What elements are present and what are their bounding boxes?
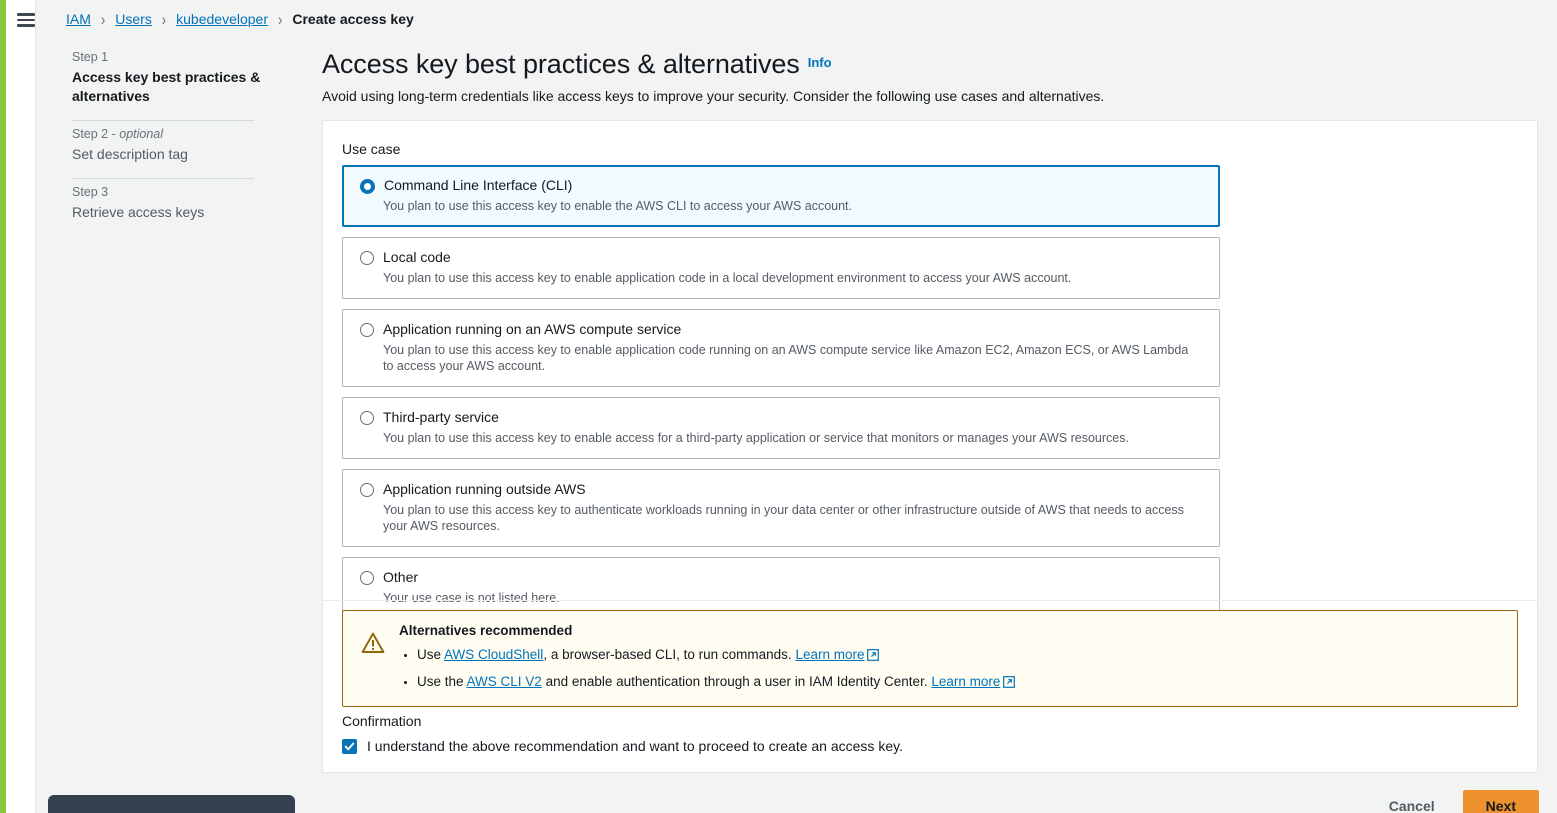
use-case-option-outside-aws-title: Application running outside AWS (383, 480, 586, 499)
wizard-step-3-number: Step 3 (72, 185, 264, 199)
alert-bullet-cli-v2: Use the AWS CLI V2 and enable authentica… (417, 673, 1503, 692)
use-case-option-third-party-title: Third-party service (383, 408, 499, 427)
aws-cloudshell-link[interactable]: AWS CloudShell (444, 647, 543, 662)
hamburger-menu-icon[interactable] (17, 13, 35, 27)
aws-cli-v2-link[interactable]: AWS CLI V2 (467, 674, 542, 689)
use-case-option-other-title: Other (383, 568, 418, 587)
breadcrumb-item-iam[interactable]: IAM (66, 11, 91, 27)
wizard-step-3-title: Retrieve access keys (72, 203, 264, 222)
use-case-radio-group: Command Line Interface (CLI) You plan to… (342, 165, 1220, 629)
use-case-option-other-description: Your use case is not listed here. (383, 590, 1193, 606)
wizard-step-1[interactable]: Step 1 Access key best practices & alter… (66, 44, 264, 120)
radio-third-party-icon[interactable] (360, 411, 374, 425)
wizard-step-2[interactable]: Step 2 - optional Set description tag (66, 121, 264, 178)
use-case-option-outside-aws[interactable]: Application running outside AWS You plan… (342, 469, 1220, 547)
alert-title: Alternatives recommended (399, 623, 1503, 638)
alternatives-alert: Alternatives recommended Use AWS CloudSh… (342, 610, 1518, 707)
iam-create-access-key-page: IAM › Users › kubedeveloper › Create acc… (0, 0, 1557, 813)
wizard-step-2-title: Set description tag (72, 145, 264, 164)
breadcrumb-item-users[interactable]: Users (115, 11, 152, 27)
use-case-option-local-code-title: Local code (383, 248, 451, 267)
use-case-option-third-party-description: You plan to use this access key to enabl… (383, 430, 1193, 446)
wizard-steps: Step 1 Access key best practices & alter… (66, 44, 264, 236)
wizard-step-1-title: Access key best practices & alternatives (72, 68, 264, 106)
alert-bullet-cloudshell: Use AWS CloudShell, a browser-based CLI,… (417, 646, 1503, 665)
confirmation-text: I understand the above recommendation an… (367, 737, 903, 755)
page-description: Avoid using long-term credentials like a… (322, 87, 1502, 105)
use-case-label: Use case (342, 141, 400, 157)
wizard-step-3[interactable]: Step 3 Retrieve access keys (66, 179, 264, 236)
radio-aws-compute-icon[interactable] (360, 323, 374, 337)
next-button[interactable]: Next (1463, 790, 1539, 813)
nav-gutter (6, 0, 36, 813)
info-link[interactable]: Info (808, 55, 832, 70)
confirmation-label: Confirmation (342, 713, 421, 729)
breadcrumb: IAM › Users › kubedeveloper › Create acc… (66, 11, 414, 27)
breadcrumb-separator-icon: › (278, 10, 282, 29)
use-case-option-local-code-description: You plan to use this access key to enabl… (383, 270, 1193, 286)
breadcrumb-item-current: Create access key (292, 11, 413, 27)
breadcrumb-item-kubedeveloper[interactable]: kubedeveloper (176, 11, 268, 27)
confirmation-checkbox[interactable] (342, 739, 357, 754)
wizard-step-2-number: Step 2 - optional (72, 127, 264, 141)
wizard-step-1-number: Step 1 (72, 50, 264, 64)
page-title: Access key best practices & alternatives (322, 48, 800, 80)
confirmation-checkbox-row[interactable]: I understand the above recommendation an… (342, 737, 903, 755)
page-header: Access key best practices & alternatives… (322, 48, 1502, 105)
wizard-footer: Cancel Next (1375, 790, 1539, 813)
breadcrumb-separator-icon: › (162, 10, 166, 29)
hamburger-bar (17, 13, 35, 16)
cloudshell-panel[interactable] (48, 795, 295, 813)
use-case-option-cli[interactable]: Command Line Interface (CLI) You plan to… (342, 165, 1220, 227)
external-link-icon (867, 648, 879, 665)
radio-cli-icon[interactable] (360, 179, 375, 194)
use-case-option-aws-compute-description: You plan to use this access key to enabl… (383, 342, 1193, 374)
radio-local-code-icon[interactable] (360, 251, 374, 265)
section-divider (323, 600, 1537, 601)
warning-triangle-icon (361, 631, 385, 655)
cancel-button[interactable]: Cancel (1375, 791, 1449, 813)
use-case-option-outside-aws-description: You plan to use this access key to authe… (383, 502, 1193, 534)
external-link-icon (1003, 675, 1015, 692)
learn-more-cli-v2-link[interactable]: Learn more (931, 674, 1000, 689)
use-case-option-aws-compute-title: Application running on an AWS compute se… (383, 320, 681, 339)
radio-other-icon[interactable] (360, 571, 374, 585)
use-case-option-third-party[interactable]: Third-party service You plan to use this… (342, 397, 1220, 459)
radio-outside-aws-icon[interactable] (360, 483, 374, 497)
learn-more-cloudshell-link[interactable]: Learn more (795, 647, 864, 662)
use-case-option-cli-description: You plan to use this access key to enabl… (383, 198, 1193, 214)
use-case-option-cli-title: Command Line Interface (CLI) (384, 176, 572, 195)
use-case-option-aws-compute[interactable]: Application running on an AWS compute se… (342, 309, 1220, 387)
alert-bullet-list: Use AWS CloudShell, a browser-based CLI,… (399, 646, 1503, 692)
use-case-option-local-code[interactable]: Local code You plan to use this access k… (342, 237, 1220, 299)
breadcrumb-separator-icon: › (101, 10, 105, 29)
hamburger-bar (17, 24, 35, 27)
hamburger-bar (17, 19, 35, 22)
